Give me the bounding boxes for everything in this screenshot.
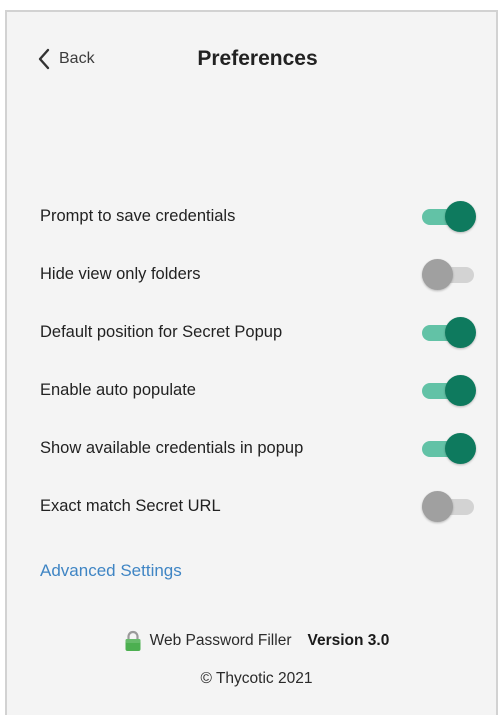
setting-label: Exact match Secret URL bbox=[40, 496, 221, 515]
setting-label: Default position for Secret Popup bbox=[40, 322, 283, 341]
version-label: Version 3.0 bbox=[307, 632, 390, 649]
setting-row-show-credentials: Show available credentials in popup bbox=[40, 419, 476, 477]
auto-populate-toggle[interactable] bbox=[422, 375, 476, 406]
settings-list: Prompt to save credentials Hide view onl… bbox=[40, 187, 476, 535]
show-credentials-toggle[interactable] bbox=[422, 433, 476, 464]
copyright: © Thycotic 2021 bbox=[200, 670, 313, 687]
setting-label: Hide view only folders bbox=[40, 264, 201, 283]
exact-match-toggle[interactable] bbox=[422, 491, 476, 522]
header: Back Preferences bbox=[7, 12, 496, 112]
app-name: Web Password Filler bbox=[149, 632, 292, 649]
page-title: Preferences bbox=[197, 47, 318, 70]
setting-row-exact-match: Exact match Secret URL bbox=[40, 477, 476, 535]
setting-row-hide-view-only: Hide view only folders bbox=[40, 245, 476, 303]
hide-view-only-toggle[interactable] bbox=[422, 259, 476, 290]
toggle-knob bbox=[445, 375, 476, 406]
prompt-save-toggle[interactable] bbox=[422, 201, 476, 232]
app-info: Web Password Filler Version 3.0 bbox=[7, 630, 496, 652]
toggle-knob bbox=[422, 259, 453, 290]
toggle-knob bbox=[445, 433, 476, 464]
toggle-knob bbox=[445, 317, 476, 348]
setting-row-default-position: Default position for Secret Popup bbox=[40, 303, 476, 361]
setting-row-prompt-save: Prompt to save credentials bbox=[40, 187, 476, 245]
setting-label: Enable auto populate bbox=[40, 380, 196, 399]
setting-row-auto-populate: Enable auto populate bbox=[40, 361, 476, 419]
advanced-settings-link[interactable]: Advanced Settings bbox=[40, 561, 182, 581]
preferences-panel: Back Preferences Prompt to save credenti… bbox=[5, 10, 498, 715]
default-position-toggle[interactable] bbox=[422, 317, 476, 348]
toggle-knob bbox=[445, 201, 476, 232]
toggle-knob bbox=[422, 491, 453, 522]
lock-icon bbox=[125, 630, 141, 651]
setting-label: Show available credentials in popup bbox=[40, 438, 304, 457]
setting-label: Prompt to save credentials bbox=[40, 206, 236, 225]
